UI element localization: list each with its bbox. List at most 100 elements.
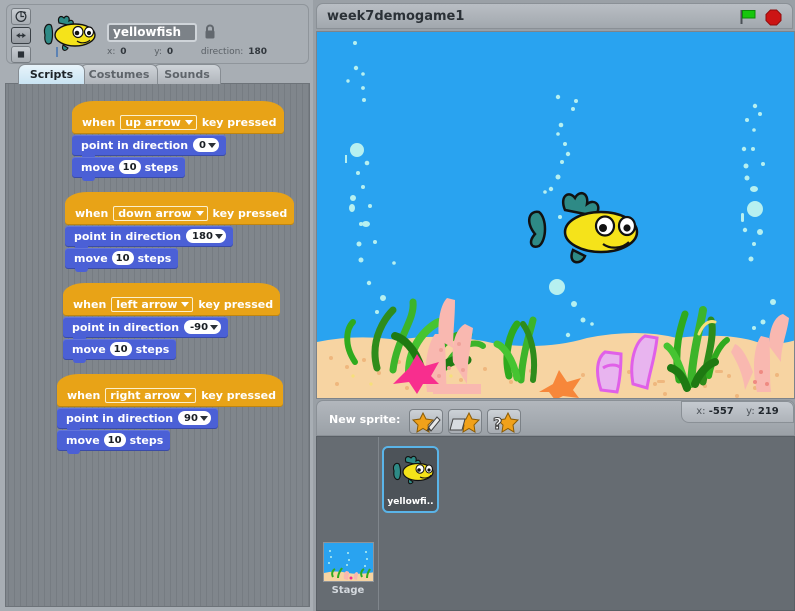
- key-dropdown[interactable]: right arrow: [105, 388, 197, 403]
- steps-input[interactable]: 10: [109, 342, 132, 356]
- direction-dropdown-value: 180: [192, 230, 213, 242]
- svg-text:?: ?: [493, 414, 502, 433]
- sprite-card-yellowfish[interactable]: yellowfi..: [382, 446, 439, 513]
- new-sprite-bar: New sprite: ? x: -557 y: 219: [316, 400, 795, 436]
- block-text-post: steps: [135, 342, 170, 356]
- direction-label: direction:: [200, 47, 244, 57]
- steps-input[interactable]: 10: [103, 433, 126, 447]
- script-stack[interactable]: when down arrow key pressed point in dir…: [65, 191, 309, 272]
- point-in-direction-block[interactable]: point in direction 0: [72, 134, 226, 159]
- move-steps-block[interactable]: move 10 steps: [65, 247, 179, 272]
- point-in-direction-block[interactable]: point in direction 180: [65, 225, 233, 250]
- block-text-pre: point in direction: [72, 320, 180, 334]
- chevron-down-icon: [184, 120, 193, 125]
- sprite-position-readout: x: 0 y: 0 direction: 180: [107, 47, 269, 57]
- direction-dropdown-value: -90: [190, 321, 209, 333]
- tab-costumes[interactable]: Costumes: [80, 64, 158, 84]
- tab-sounds[interactable]: Sounds: [153, 64, 221, 84]
- key-dropdown[interactable]: left arrow: [111, 297, 194, 312]
- block-text-pre: when: [67, 389, 101, 402]
- block-text-pre: when: [73, 298, 107, 311]
- stage-thumbnail[interactable]: [323, 542, 374, 582]
- left-right-flip-button[interactable]: [11, 27, 31, 44]
- move-steps-block[interactable]: move 10 steps: [63, 338, 177, 363]
- scripts-canvas[interactable]: when up arrow key pressed point in direc…: [5, 83, 310, 607]
- key-dropdown[interactable]: up arrow: [120, 115, 197, 130]
- block-text-pre: point in direction: [66, 411, 174, 425]
- y-value: 0: [166, 47, 174, 57]
- move-steps-block[interactable]: move 10 steps: [72, 156, 186, 181]
- script-stack[interactable]: when left arrow key pressed point in dir…: [63, 282, 309, 363]
- direction-dropdown[interactable]: 0: [193, 138, 219, 152]
- sprite-editor-panel: yellowfish x: 0 y: 0 direction: 180 Scri…: [0, 0, 313, 611]
- hat-cap: [72, 100, 284, 113]
- block-text-post: steps: [129, 433, 164, 447]
- star-folder-icon: [449, 411, 481, 433]
- mouse-x-value: -557: [708, 406, 734, 417]
- direction-dropdown[interactable]: 90: [178, 411, 211, 425]
- block-text-post: key pressed: [198, 298, 274, 311]
- chevron-down-icon: [181, 302, 190, 307]
- stage-thumbnail-image: [324, 543, 373, 581]
- hat-cap: [63, 282, 281, 295]
- when-key-pressed-block[interactable]: when right arrow key pressed: [57, 373, 283, 407]
- when-key-pressed-block[interactable]: when up arrow key pressed: [72, 100, 284, 134]
- block-text-pre: point in direction: [74, 229, 182, 243]
- left-right-arrow-icon: [16, 32, 26, 39]
- block-text-pre: when: [75, 207, 109, 220]
- direction-dropdown[interactable]: -90: [184, 320, 222, 334]
- sprite-list-pane[interactable]: Stage yellowfi..: [316, 436, 795, 611]
- sprite-name-field[interactable]: yellowfish: [107, 23, 197, 42]
- mouse-y-label: y:: [746, 406, 755, 417]
- block-text-pre: move: [66, 433, 100, 447]
- y-label: y:: [154, 47, 162, 57]
- block-text-pre: move: [74, 251, 108, 265]
- block-text-pre: when: [82, 116, 116, 129]
- chevron-down-icon: [214, 233, 223, 239]
- no-rotate-button[interactable]: [11, 46, 31, 63]
- block-text-post: steps: [144, 160, 179, 174]
- stage-scene: [317, 32, 794, 398]
- key-dropdown[interactable]: down arrow: [113, 206, 208, 221]
- surprise-sprite-button[interactable]: ?: [487, 409, 521, 434]
- block-text-post: key pressed: [212, 207, 288, 220]
- paint-new-sprite-button[interactable]: [409, 409, 443, 434]
- key-dropdown-value: down arrow: [118, 207, 192, 220]
- when-key-pressed-block[interactable]: when down arrow key pressed: [65, 191, 295, 225]
- when-key-pressed-block[interactable]: when left arrow key pressed: [63, 282, 281, 316]
- stage-display[interactable]: [316, 31, 795, 399]
- script-stack[interactable]: when up arrow key pressed point in direc…: [72, 100, 309, 181]
- block-text-pre: move: [81, 160, 115, 174]
- tab-scripts[interactable]: Scripts: [18, 64, 85, 84]
- sprite-card-thumbnail: [392, 455, 434, 485]
- stage-titlebar: week7demogame1: [316, 3, 793, 29]
- stop-sign-icon[interactable]: [765, 9, 782, 26]
- mouse-coordinate-readout: x: -557 y: 219: [681, 401, 794, 423]
- steps-input[interactable]: 10: [111, 251, 134, 265]
- point-in-direction-block[interactable]: point in direction -90: [63, 316, 229, 341]
- lock-icon[interactable]: [203, 23, 217, 40]
- star-question-icon: ?: [493, 411, 520, 434]
- direction-dropdown[interactable]: 180: [186, 229, 226, 243]
- point-in-direction-block[interactable]: point in direction 90: [57, 407, 218, 432]
- script-stack[interactable]: when right arrow key pressed point in di…: [57, 373, 309, 454]
- x-value: 0: [120, 47, 127, 57]
- green-flag-icon[interactable]: [739, 9, 756, 25]
- rotate-freely-button[interactable]: [11, 8, 31, 25]
- steps-input[interactable]: 10: [118, 160, 141, 174]
- new-sprite-label: New sprite:: [329, 413, 401, 426]
- chevron-down-icon: [195, 211, 204, 216]
- sprite-card-label: yellowfi..: [387, 497, 434, 507]
- stage-column[interactable]: Stage: [317, 437, 379, 610]
- direction-dropdown-value: 90: [184, 412, 198, 424]
- rotate-freely-icon: [15, 11, 27, 22]
- move-steps-block[interactable]: move 10 steps: [57, 429, 171, 454]
- block-text-pre: point in direction: [81, 138, 189, 152]
- square-stop-icon: [17, 51, 25, 58]
- project-title: week7demogame1: [327, 9, 465, 24]
- direction-dropdown-value: 0: [199, 139, 206, 151]
- import-sprite-button[interactable]: [448, 409, 482, 434]
- chevron-down-icon: [184, 393, 193, 398]
- hat-cap: [65, 191, 295, 204]
- mouse-x-label: x:: [696, 406, 706, 417]
